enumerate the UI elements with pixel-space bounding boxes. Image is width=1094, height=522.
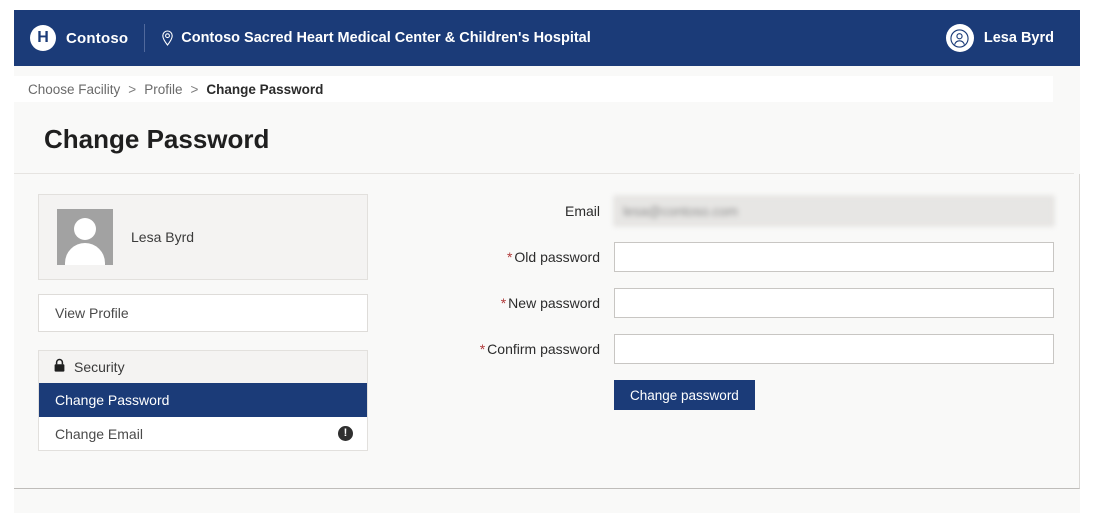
security-group-header: Security (39, 351, 367, 383)
breadcrumb-item-change-password: Change Password (206, 81, 324, 97)
security-nav-group: Security Change Password Change Email ! (38, 350, 368, 451)
required-marker: * (479, 341, 486, 357)
app-window: H Contoso Contoso Sacred Heart Medical C… (14, 10, 1080, 513)
email-label: Email (564, 203, 600, 219)
change-password-button[interactable]: Change password (614, 380, 755, 410)
form-row-old-password: * Old password (474, 242, 1054, 272)
old-password-field[interactable] (614, 242, 1054, 272)
new-password-field[interactable] (614, 288, 1054, 318)
email-field (614, 196, 1054, 226)
breadcrumb-separator: > (190, 81, 199, 97)
page-title: Change Password (44, 124, 270, 154)
user-menu[interactable]: Lesa Byrd (945, 24, 1062, 52)
view-profile-button[interactable]: View Profile (38, 294, 368, 332)
sidebar-item-label: Change Email (55, 425, 143, 442)
user-placeholder-avatar (57, 209, 113, 265)
avatar-body (65, 243, 105, 265)
breadcrumb: Choose Facility > Profile > Change Passw… (14, 76, 1053, 102)
location-pin-icon (161, 29, 174, 47)
form-row-email: Email (474, 196, 1054, 226)
logo-letter: H (37, 29, 49, 46)
facility-name: Contoso Sacred Heart Medical Center & Ch… (181, 30, 591, 46)
view-profile-label: View Profile (55, 305, 129, 321)
required-marker: * (500, 295, 507, 311)
submit-row: Change password (474, 380, 1054, 410)
confirm-password-label: * Confirm password (474, 341, 614, 357)
security-group-label: Security (74, 359, 125, 375)
breadcrumb-item-profile[interactable]: Profile (144, 82, 182, 97)
form-row-confirm-password: * Confirm password (474, 334, 1054, 364)
user-name: Lesa Byrd (983, 30, 1054, 46)
header-divider (144, 24, 146, 52)
top-navigation-bar: H Contoso Contoso Sacred Heart Medical C… (14, 10, 1080, 66)
breadcrumb-separator: > (128, 81, 137, 97)
lock-icon (53, 358, 66, 376)
submit-spacer (474, 380, 614, 410)
avatar-head (74, 218, 96, 240)
brand-area[interactable]: H Contoso (30, 25, 128, 51)
content-area: Lesa Byrd View Profile Security Change P… (14, 174, 1080, 489)
old-password-label-text: Old password (514, 249, 600, 265)
sidebar-item-label: Change Password (55, 391, 170, 408)
brand-name: Contoso (66, 29, 129, 47)
facility-selector[interactable]: Contoso Sacred Heart Medical Center & Ch… (161, 29, 591, 47)
new-password-label: * New password (474, 295, 614, 311)
person-icon (945, 24, 974, 52)
profile-card: Lesa Byrd (38, 194, 368, 280)
required-marker: * (506, 249, 513, 265)
form-row-new-password: * New password (474, 288, 1054, 318)
new-password-label-text: New password (508, 295, 600, 311)
change-password-form: Email *Old password *New password *Confi… (474, 196, 1054, 488)
profile-name: Lesa Byrd (131, 229, 195, 245)
breadcrumb-wrapper: Choose Facility > Profile > Change Passw… (14, 66, 1080, 102)
sidebar-item-change-password[interactable]: Change Password (39, 383, 367, 417)
alert-exclamation-icon: ! (338, 426, 353, 441)
page-header: Change Password (14, 102, 1074, 174)
confirm-password-label-text: Confirm password (487, 341, 600, 357)
confirm-password-field[interactable] (614, 334, 1054, 364)
old-password-label: * Old password (474, 249, 614, 265)
breadcrumb-item-choose-facility[interactable]: Choose Facility (28, 82, 120, 97)
contoso-logo-icon: H (30, 25, 56, 51)
sidebar-item-change-email[interactable]: Change Email ! (39, 417, 367, 451)
sidebar: Lesa Byrd View Profile Security Change P… (38, 194, 368, 488)
